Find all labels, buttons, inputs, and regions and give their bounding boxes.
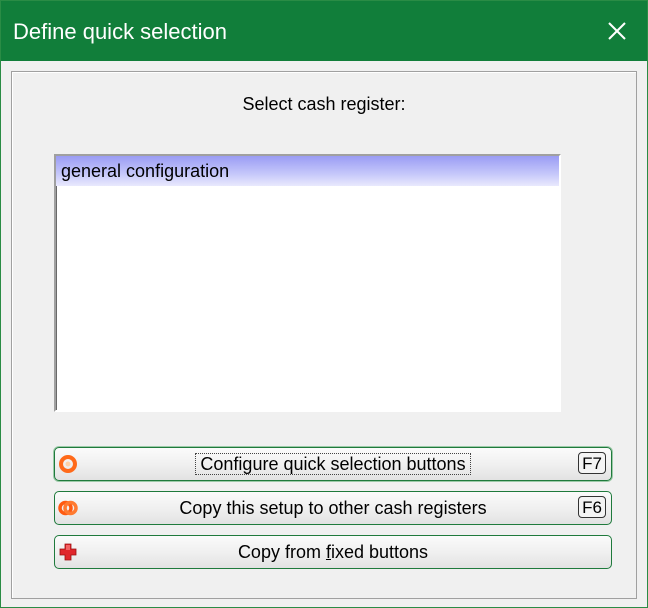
copy-setup-button-label: Copy this setup to other cash registers [179, 498, 487, 518]
close-button[interactable] [587, 1, 647, 61]
copy-fixed-button-label: Copy from fixed buttons [237, 542, 429, 562]
copy-from-fixed-buttons-button[interactable]: Copy from fixed buttons [54, 535, 612, 569]
select-register-label: Select cash register: [242, 94, 406, 114]
title-bar[interactable]: Define quick selection [1, 1, 647, 61]
shortcut-f7-badge: F7 [578, 452, 606, 474]
close-icon [608, 22, 626, 40]
copy-setup-button[interactable]: Copy this setup to other cash registers … [54, 491, 612, 525]
shortcut-f6-badge: F6 [578, 496, 606, 518]
dialog-client-area: Select cash register: general configurat… [11, 71, 637, 599]
window-title: Define quick selection [13, 19, 228, 44]
list-item[interactable]: general configuration [56, 156, 559, 186]
cash-register-listbox[interactable]: general configuration [54, 154, 561, 412]
configure-quick-selection-button[interactable]: Configure quick selection buttons F7 [54, 447, 612, 481]
configure-button-label: Configure quick selection buttons [195, 453, 471, 475]
dialog-window: Define quick selection Select cash regis… [0, 0, 648, 608]
